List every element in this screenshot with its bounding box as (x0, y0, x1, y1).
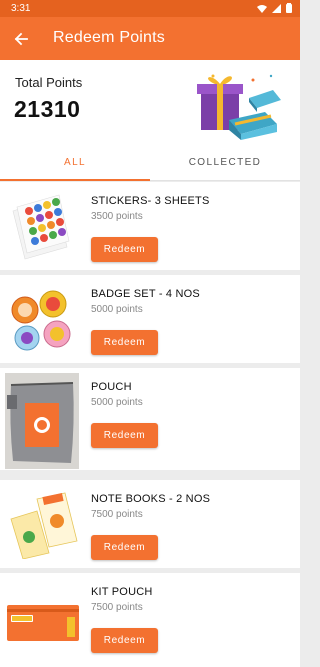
gift-box-illustration (197, 74, 281, 140)
total-points-label: Total Points (15, 75, 83, 90)
item-name: BADGE SET - 4 NOS (91, 288, 200, 300)
item-name: NOTE BOOKS - 2 NOS (91, 493, 211, 505)
list-item: STICKERS- 3 SHEETS 3500 points Redeem (0, 182, 300, 270)
notebooks-image (7, 489, 79, 559)
list-item: POUCH 5000 points Redeem (0, 368, 300, 470)
app-bar: Redeem Points (0, 17, 300, 60)
list-item: BADGE SET - 4 NOS 5000 points Redeem (0, 275, 300, 363)
wifi-icon (257, 4, 267, 13)
back-button[interactable] (7, 25, 35, 53)
arrow-left-icon (14, 32, 28, 46)
kit-pouch-image (7, 591, 79, 661)
total-points-value: 21310 (14, 96, 81, 122)
redeem-button[interactable]: Redeem (91, 535, 158, 560)
badges-image (7, 284, 79, 354)
battery-icon (286, 3, 292, 13)
tabs: ALL COLLECTED (0, 141, 300, 181)
total-points-card: Total Points 21310 (0, 60, 300, 141)
tab-collected[interactable]: COLLECTED (150, 141, 300, 181)
redeem-button[interactable]: Redeem (91, 330, 158, 355)
item-points: 5000 points (91, 304, 143, 315)
item-name: KIT POUCH (91, 586, 153, 598)
item-points: 3500 points (91, 211, 143, 222)
list-item: KIT POUCH 7500 points Redeem (0, 573, 300, 667)
tab-all[interactable]: ALL (0, 141, 150, 181)
redeem-button[interactable]: Redeem (91, 423, 158, 448)
list-item: NOTE BOOKS - 2 NOS 7500 points Redeem (0, 480, 300, 568)
stickers-image (12, 194, 70, 260)
status-bar: 3:31 (0, 0, 300, 17)
item-name: POUCH (91, 381, 132, 393)
page-title: Redeem Points (53, 29, 165, 46)
signal-icon (272, 3, 281, 13)
app-root: 3:31 Redeem Points Total Points 21310 AL… (0, 0, 300, 667)
pouch-image (5, 373, 79, 469)
redeem-button[interactable]: Redeem (91, 628, 158, 653)
item-points: 7500 points (91, 509, 143, 520)
status-time: 3:31 (11, 3, 31, 14)
status-icons (257, 3, 292, 13)
redeem-button[interactable]: Redeem (91, 237, 158, 262)
item-name: STICKERS- 3 SHEETS (91, 195, 210, 207)
item-points: 5000 points (91, 397, 143, 408)
item-points: 7500 points (91, 602, 143, 613)
